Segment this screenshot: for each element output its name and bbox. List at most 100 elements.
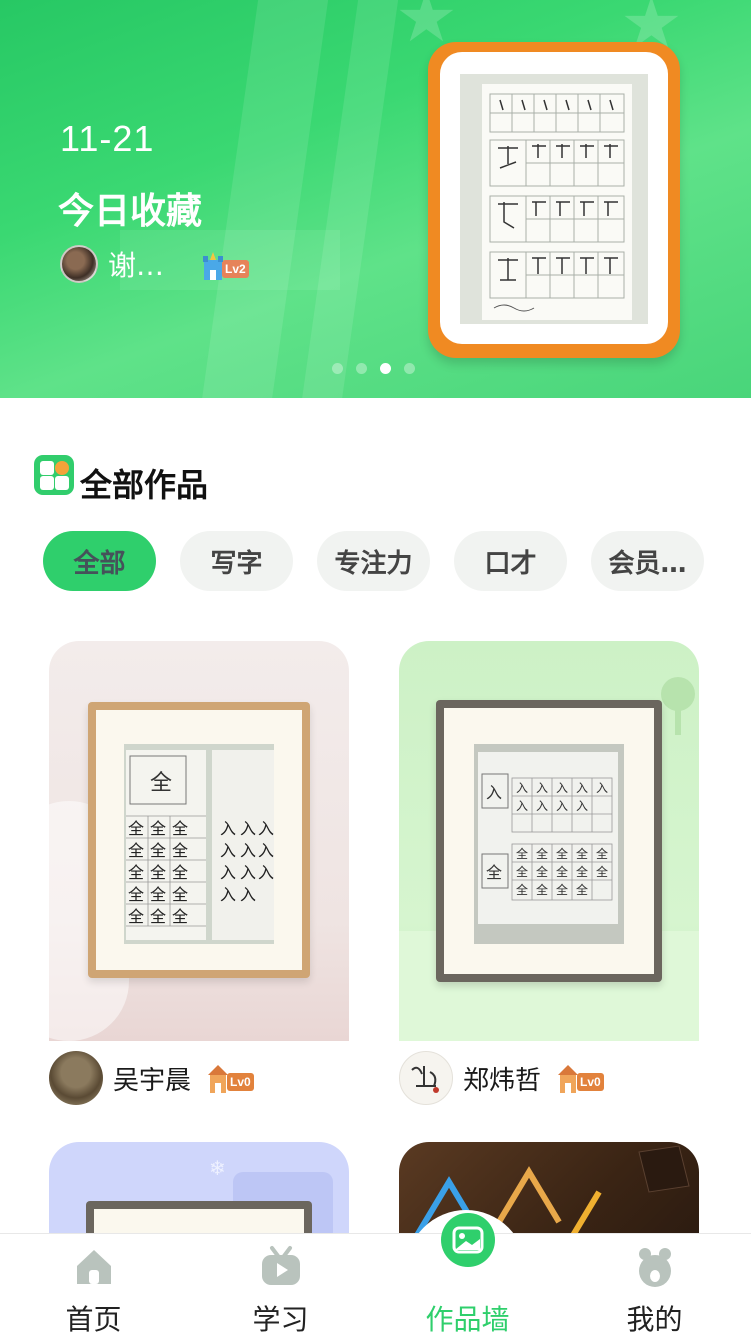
filter-chip-writing[interactable]: 写字 (180, 531, 293, 591)
work-card[interactable]: 全 全全全 全全全 全全全 全全全 全全全 入入入 入入入 入入入 入入 (49, 641, 349, 1041)
filter-chip-focus[interactable]: 专注力 (317, 531, 430, 591)
banner-title: 今日收藏 (58, 191, 203, 232)
svg-text:入: 入 (258, 863, 274, 882)
svg-text:全: 全 (128, 885, 144, 904)
level-badge: Lv2 (202, 248, 249, 280)
svg-text:入: 入 (220, 841, 236, 860)
tab-mine[interactable]: 我的 (561, 1234, 748, 1335)
tab-label: 学习 (252, 1303, 309, 1335)
category-filter: 全部 写字 专注力 口才 会员… (43, 531, 704, 591)
svg-text:全: 全 (128, 863, 144, 882)
svg-text:全: 全 (172, 863, 188, 882)
svg-text:入: 入 (486, 783, 502, 802)
author-name: 吴宇晨 (113, 1065, 192, 1096)
apps-grid-icon (34, 455, 74, 495)
house-icon (207, 1063, 229, 1093)
svg-text:全: 全 (128, 819, 144, 838)
tv-icon (258, 1244, 304, 1290)
carousel-dot[interactable] (356, 363, 367, 374)
tab-label: 作品墙 (425, 1303, 510, 1335)
avatar (49, 1051, 103, 1105)
svg-text:全: 全 (596, 846, 608, 861)
tab-label: 首页 (65, 1303, 122, 1335)
avatar (60, 245, 98, 283)
author-name: 郑炜哲 (463, 1065, 542, 1096)
svg-text:全: 全 (172, 841, 188, 860)
filter-chip-all[interactable]: 全部 (43, 531, 156, 591)
svg-text:全: 全 (172, 819, 188, 838)
level-label: Lv0 (577, 1073, 604, 1091)
carousel-indicator (332, 363, 415, 374)
svg-text:全: 全 (150, 819, 166, 838)
svg-text:全: 全 (150, 841, 166, 860)
svg-text:全: 全 (536, 864, 548, 879)
level-label: Lv0 (227, 1073, 254, 1091)
svg-text:入: 入 (220, 863, 236, 882)
banner-date: 11-21 (60, 118, 155, 159)
svg-text:全: 全 (536, 846, 548, 861)
tab-home[interactable]: 首页 (0, 1234, 187, 1335)
level-badge: Lv0 (557, 1063, 604, 1093)
svg-text:全: 全 (150, 907, 166, 926)
tab-label: 我的 (626, 1303, 683, 1335)
svg-text:入: 入 (258, 841, 274, 860)
svg-text:全: 全 (128, 907, 144, 926)
gallery-icon (440, 1212, 496, 1268)
carousel-dot[interactable] (332, 363, 343, 374)
section-title: 全部作品 (80, 466, 209, 504)
bottom-tab-bar: 首页 学习 作品墙 我的 (0, 1213, 751, 1335)
svg-text:全: 全 (556, 846, 568, 861)
banner-username: 谢… (108, 249, 165, 282)
filter-chip-member[interactable]: 会员… (591, 531, 704, 591)
work-card[interactable]: 入 全 入入入入入 入入入入 全 全 全 全 全 全 全 全 全 全 全 全 全… (399, 641, 699, 1041)
work-author[interactable]: 郑炜哲 Lv0 (399, 1051, 604, 1105)
work-photo-frame: 全 全全全 全全全 全全全 全全全 全全全 入入入 入入入 入入入 入入 (88, 702, 310, 978)
svg-text:入: 入 (220, 885, 236, 904)
featured-work-frame[interactable] (428, 42, 680, 358)
home-icon (71, 1244, 117, 1290)
svg-text:入: 入 (240, 819, 256, 838)
svg-text:入: 入 (240, 841, 256, 860)
svg-text:全: 全 (536, 882, 548, 897)
work-author[interactable]: 吴宇晨 Lv0 (49, 1051, 254, 1105)
svg-text:全: 全 (576, 864, 588, 879)
svg-text:全: 全 (576, 882, 588, 897)
svg-text:全: 全 (150, 885, 166, 904)
svg-text:全: 全 (128, 841, 144, 860)
svg-text:全: 全 (596, 864, 608, 879)
svg-text:入: 入 (240, 863, 256, 882)
svg-text:全: 全 (516, 846, 528, 861)
banner-carousel[interactable]: ★ ★ 11-21 今日收藏 谢… Lv2 (0, 0, 751, 398)
svg-text:入: 入 (258, 819, 274, 838)
carousel-dot-active[interactable] (380, 363, 391, 374)
svg-text:入: 入 (536, 781, 548, 795)
svg-text:入: 入 (516, 781, 528, 795)
featured-work-photo (460, 74, 648, 324)
level-badge: Lv0 (207, 1063, 254, 1093)
svg-text:入: 入 (240, 885, 256, 904)
svg-text:入: 入 (220, 819, 236, 838)
svg-text:入: 入 (516, 799, 528, 813)
avatar (399, 1051, 453, 1105)
filter-chip-speech[interactable]: 口才 (454, 531, 567, 591)
carousel-dot[interactable] (404, 363, 415, 374)
svg-text:全: 全 (150, 863, 166, 882)
svg-text:入: 入 (556, 781, 568, 795)
banner-user-info[interactable]: 谢… Lv2 (60, 244, 249, 284)
bear-icon (632, 1244, 678, 1290)
tab-works-wall[interactable]: 作品墙 (374, 1213, 561, 1335)
svg-text:全: 全 (556, 864, 568, 879)
svg-text:入: 入 (596, 781, 608, 795)
svg-text:入: 入 (536, 799, 548, 813)
castle-icon (202, 250, 224, 280)
svg-text:全: 全 (556, 882, 568, 897)
svg-text:全: 全 (150, 771, 172, 796)
svg-text:入: 入 (576, 799, 588, 813)
tab-study[interactable]: 学习 (187, 1234, 374, 1335)
svg-text:全: 全 (486, 863, 502, 882)
svg-text:全: 全 (516, 864, 528, 879)
svg-text:全: 全 (172, 885, 188, 904)
work-photo-frame: 入 全 入入入入入 入入入入 全 全 全 全 全 全 全 全 全 全 全 全 全… (436, 700, 662, 982)
works-wall-page: ★ ★ 11-21 今日收藏 谢… Lv2 全部作品 全部 写字 专注力 口才 … (0, 0, 751, 1335)
svg-text:全: 全 (576, 846, 588, 861)
